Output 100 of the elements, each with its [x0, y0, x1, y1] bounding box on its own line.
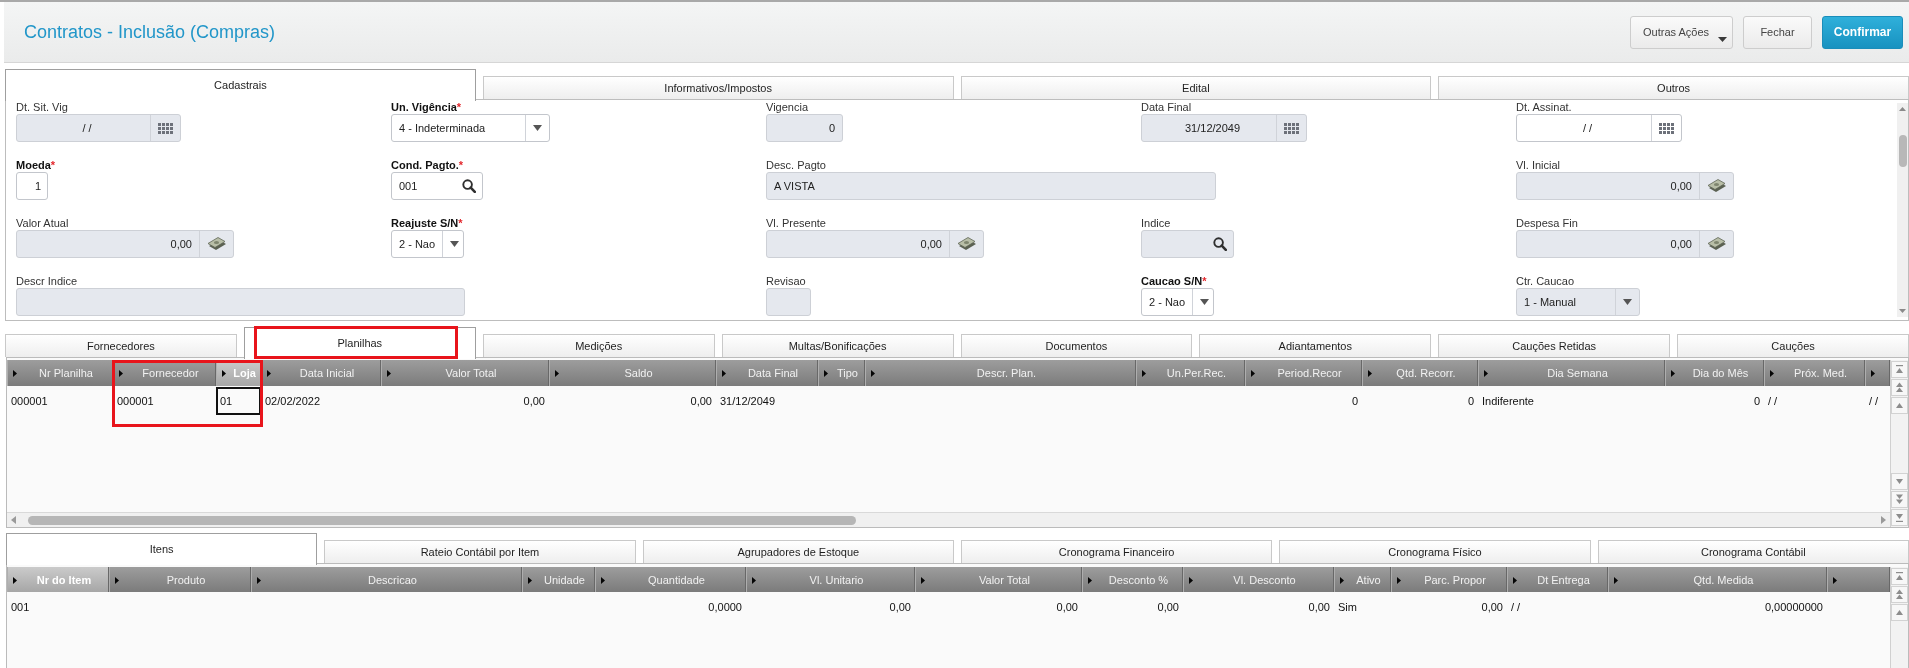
tab[interactable]: Edital [960, 76, 1432, 99]
vertical-scrollbar[interactable] [1890, 567, 1908, 668]
field-label: Dt. Assinat. [1516, 100, 1572, 114]
field-label: Reajuste S/N* [391, 216, 463, 230]
column-header[interactable] [1865, 360, 1890, 386]
caret-down-icon [1718, 36, 1727, 42]
field-label: Moeda* [16, 158, 56, 172]
caret-right-icon [871, 370, 875, 377]
table-cell: 01 [216, 387, 261, 415]
tab[interactable]: Informativos/Impostos [482, 76, 954, 99]
caret-right-icon [387, 370, 391, 377]
more-actions-button[interactable]: Outras Ações [1630, 15, 1733, 49]
date-field[interactable]: / / [1516, 114, 1682, 142]
tab[interactable]: Multas/Bonificações [721, 334, 954, 357]
caret-right-icon [921, 577, 925, 584]
calendar-icon[interactable] [1659, 122, 1674, 134]
tab[interactable]: Documentos [960, 334, 1193, 357]
vertical-scrollbar[interactable] [1897, 103, 1908, 317]
caret-up-bar-icon[interactable] [1891, 361, 1908, 378]
caret-up-icon[interactable] [1899, 107, 1906, 111]
table-cell-text: 0,00 [1307, 600, 1331, 615]
caret-left-icon[interactable] [11, 516, 16, 524]
table-cell-text: 0,00 [1055, 600, 1079, 615]
dropdown-field[interactable]: 4 - Indeterminada [391, 114, 550, 142]
caret-right-icon [601, 577, 605, 584]
caret-right-icon [1770, 370, 1774, 377]
tab[interactable]: Rateio Contábil por Item [324, 540, 636, 563]
caret-right-icon [1340, 577, 1344, 584]
input-field[interactable]: 1 [16, 172, 48, 200]
field-label: Vigencia [766, 100, 808, 114]
tab[interactable]: Outros [1438, 76, 1909, 99]
caret-right-icon [1614, 577, 1618, 584]
caret-down-bar-icon[interactable] [1891, 509, 1908, 526]
table-cell-text: 000001 [116, 394, 155, 409]
table-cell-text: 0,00 [689, 394, 713, 409]
tab[interactable]: Fornecedores [5, 334, 237, 357]
scrollbar-thumb[interactable] [1898, 135, 1907, 167]
caret-right-icon [1484, 370, 1488, 377]
tab[interactable]: Cronograma Contábil [1597, 540, 1909, 563]
double-caret-down-icon[interactable] [1891, 491, 1908, 508]
scrollbar-thumb[interactable] [28, 515, 856, 525]
field-label: Desc. Pagto [766, 158, 826, 172]
caret-right-icon [13, 370, 17, 377]
search-icon[interactable] [462, 179, 476, 193]
tab[interactable]: Planilhas [243, 327, 476, 359]
table-cell-text: 0,00 [888, 600, 912, 615]
table-cell-text: 000001 [10, 394, 49, 409]
table-cell-text: 0 [1350, 394, 1359, 409]
caret-down-icon[interactable] [1200, 299, 1210, 305]
table-cell-text: 0,00 [522, 394, 546, 409]
double-caret-up-icon[interactable] [1891, 586, 1908, 603]
field-label: Cond. Pagto.* [391, 158, 464, 172]
tab[interactable]: Adiantamentos [1199, 334, 1432, 357]
field-label: Dt. Sit. Vig [16, 100, 68, 114]
page-title: Contratos - Inclusão (Compras) [24, 21, 277, 43]
caret-up-bar-icon[interactable] [1891, 568, 1908, 585]
caret-up-icon[interactable] [1891, 604, 1908, 621]
table-cell-text: 0,0000 [707, 600, 743, 615]
table-cell-text: Sim [1337, 600, 1358, 615]
table-cell-text: 0,00 [1480, 600, 1504, 615]
field-label: Vl. Presente [766, 216, 826, 230]
caret-right-icon [1833, 577, 1837, 584]
table-cell-text: 31/12/2049 [719, 394, 777, 409]
tab[interactable]: Cronograma Financeiro [961, 540, 1273, 563]
tab[interactable]: Cronograma Físico [1279, 540, 1591, 563]
tab[interactable]: Itens [6, 533, 318, 565]
tab[interactable]: Cauções Retidas [1438, 334, 1671, 357]
caret-up-icon[interactable] [1891, 397, 1908, 414]
close-button[interactable]: Fechar [1743, 15, 1812, 49]
caret-right-icon [1251, 370, 1255, 377]
field-label: Descr Indice [16, 274, 78, 288]
field-label: Ctr. Caucao [1516, 274, 1575, 288]
tab[interactable]: Cauções [1677, 334, 1909, 357]
lookup-field[interactable]: 001 [391, 172, 483, 200]
caret-right-icon [257, 577, 261, 584]
caret-right-icon [1671, 370, 1675, 377]
caret-right-icon [528, 577, 532, 584]
caret-right-icon [555, 370, 559, 377]
caret-down-icon[interactable] [1891, 473, 1908, 490]
double-caret-up-icon[interactable] [1891, 379, 1908, 396]
caret-right-icon [115, 577, 119, 584]
tab[interactable]: Agrupadores de Estoque [642, 540, 954, 563]
field-label: Un. Vigência* [391, 100, 462, 114]
caret-right-icon [752, 577, 756, 584]
table-cell-text: / / [1767, 394, 1779, 409]
table-cell-text: / / [1868, 394, 1880, 409]
table-cell-text: 0 [1466, 394, 1475, 409]
tab[interactable]: Medições [482, 334, 715, 357]
caret-right-icon[interactable] [1881, 516, 1886, 524]
vertical-scrollbar[interactable] [1890, 360, 1908, 527]
caret-right-icon [119, 370, 123, 377]
caret-right-icon [1142, 370, 1146, 377]
horizontal-scrollbar[interactable] [7, 512, 1890, 527]
caret-down-icon[interactable] [450, 241, 460, 247]
table-cell-text: 02/02/2022 [264, 394, 322, 409]
table-cell-text: 0,00 [1156, 600, 1180, 615]
caret-down-icon[interactable] [533, 125, 542, 131]
dropdown-field[interactable]: 2 - Nao [1141, 288, 1214, 316]
dropdown-field[interactable]: 2 - Nao [391, 230, 464, 258]
tab[interactable]: Cadastrais [5, 69, 476, 101]
